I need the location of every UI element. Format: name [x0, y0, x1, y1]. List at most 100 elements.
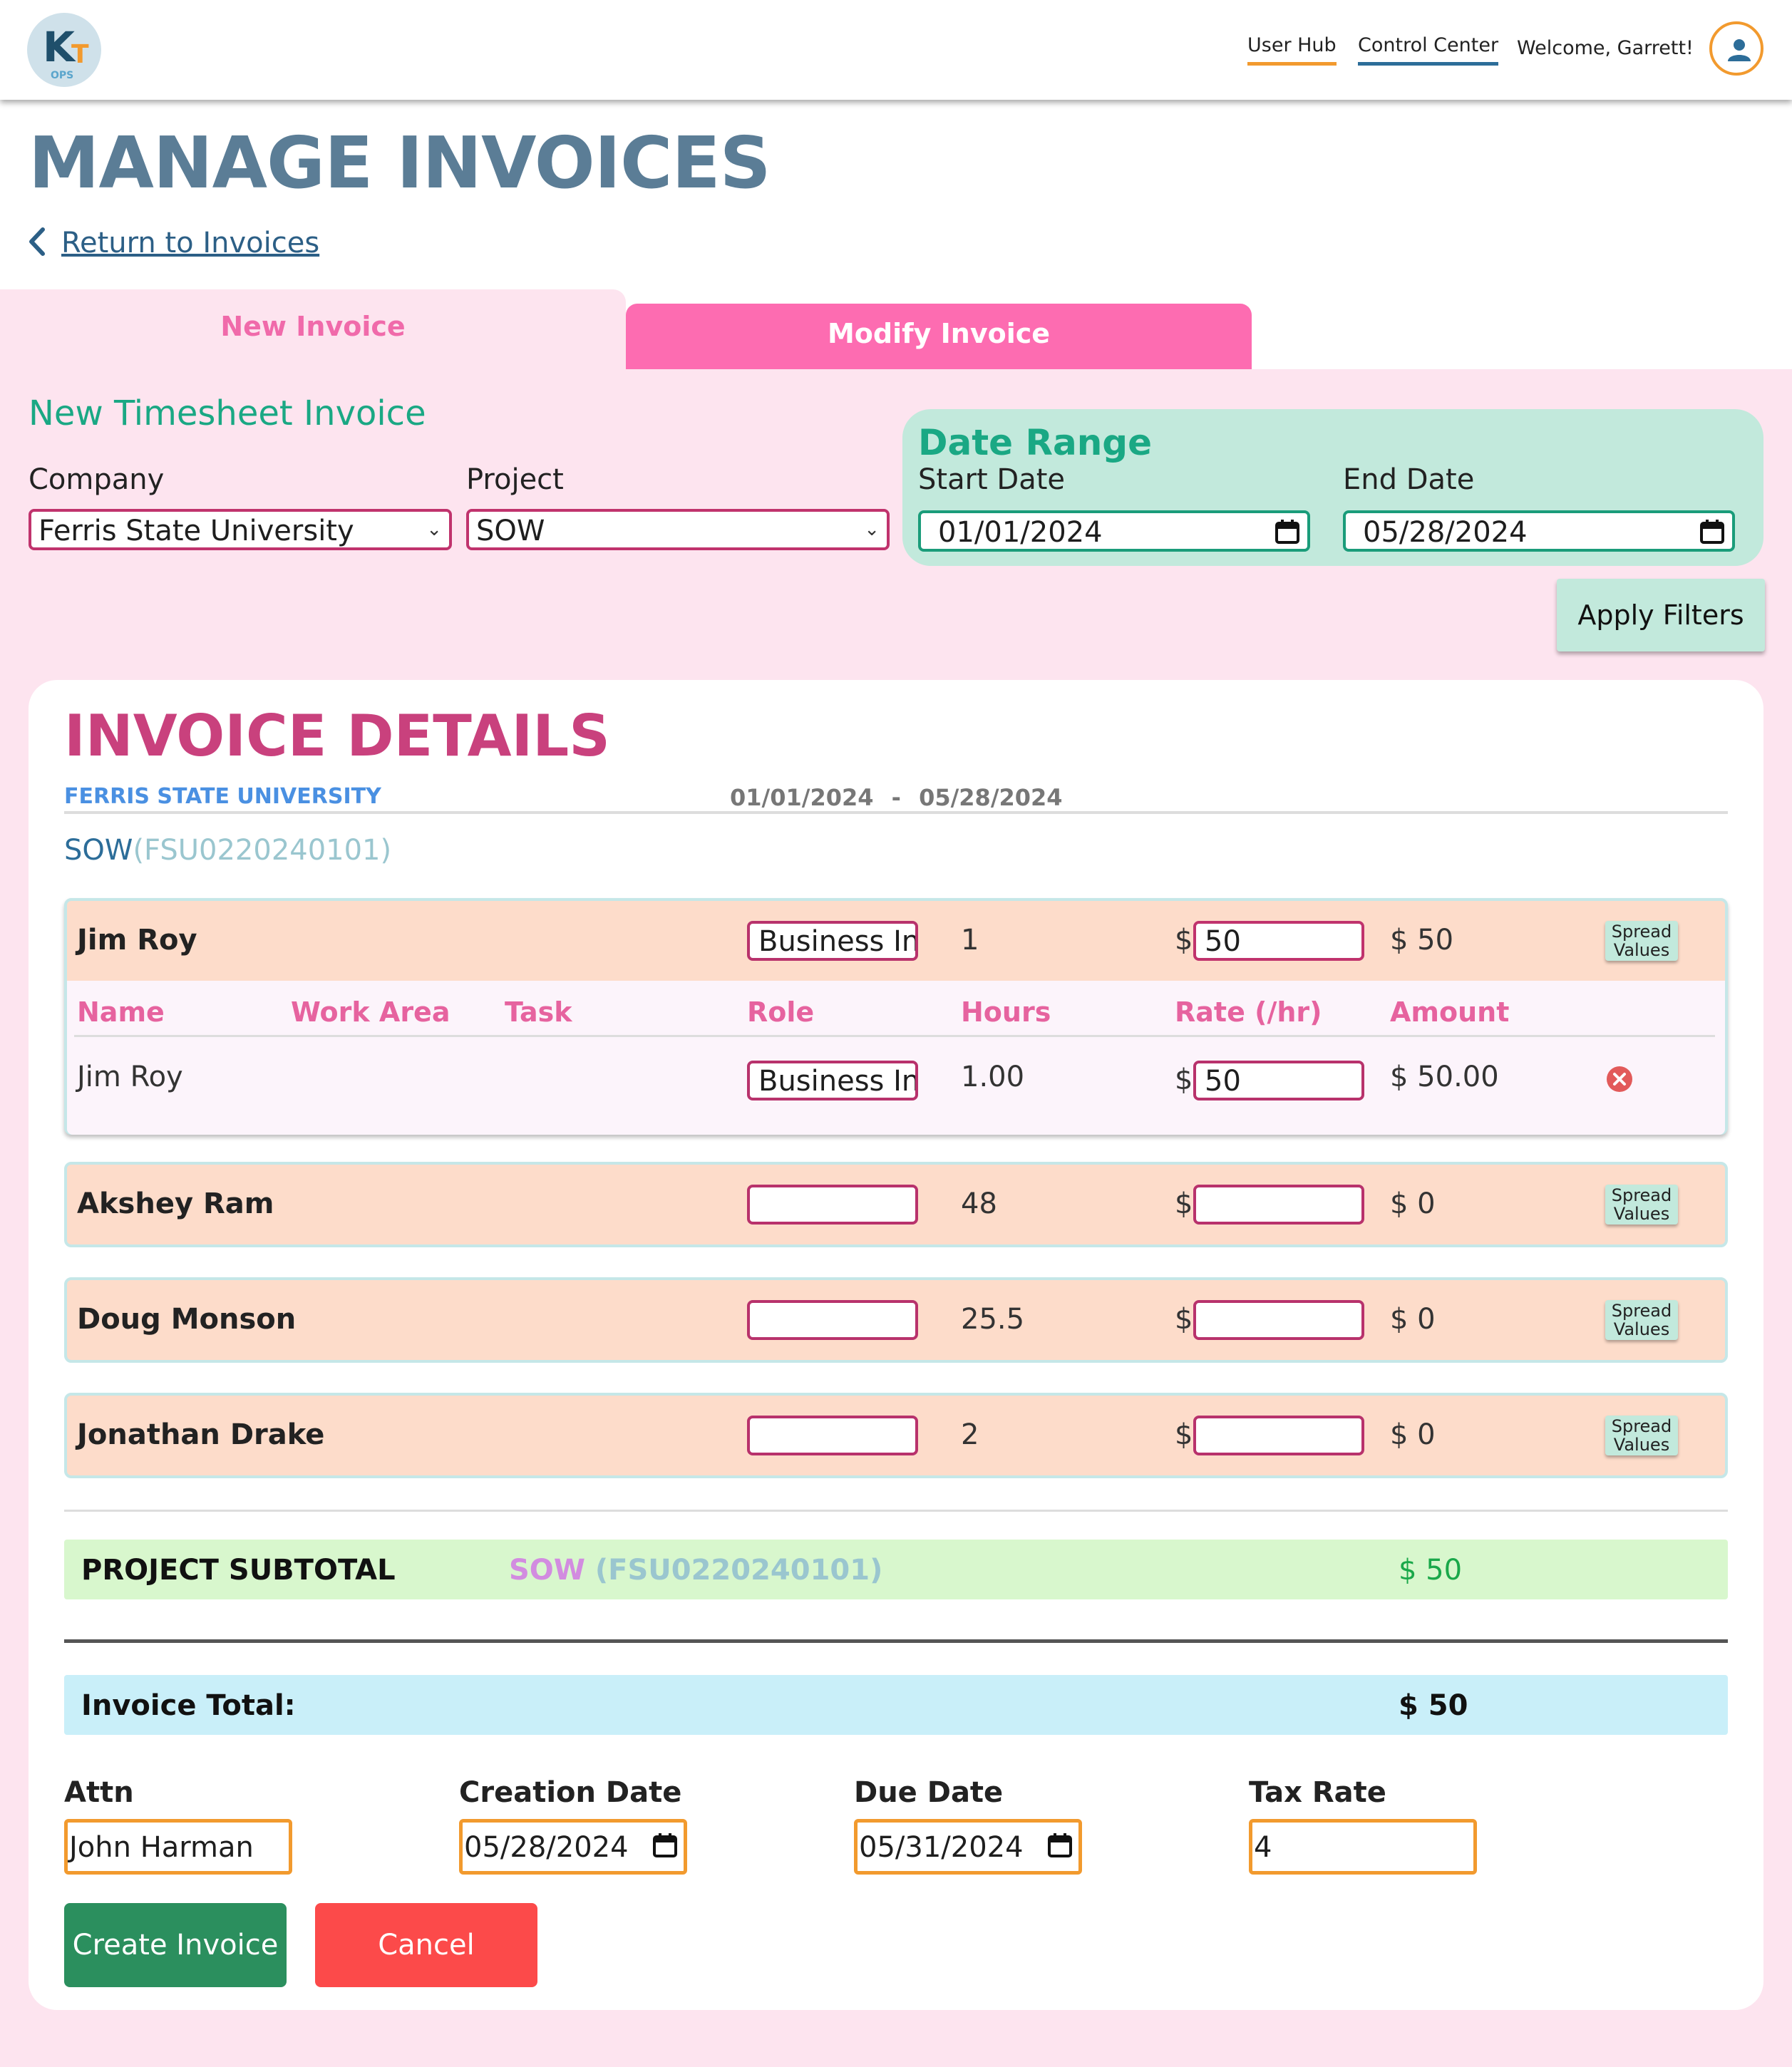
nav-user-hub-link[interactable]: User Hub — [1247, 34, 1337, 66]
due-date-value: 05/31/2024 — [859, 1831, 1024, 1864]
employee-name: Doug Monson — [77, 1303, 297, 1336]
employee-summary-row[interactable]: Jim Roy Business Int 1 $ 50 $ 50 Spread V… — [67, 901, 1725, 981]
spread-label-line-2: Values — [1613, 1204, 1670, 1224]
spread-values-button[interactable]: Spread Values — [1605, 921, 1678, 961]
user-avatar-button[interactable] — [1709, 21, 1763, 76]
invoice-company-name: FERRIS STATE UNIVERSITY — [64, 784, 381, 809]
nav-control-center-link[interactable]: Control Center — [1358, 34, 1499, 66]
project-select[interactable]: SOW ⌄ — [466, 509, 890, 550]
company-label: Company — [29, 463, 165, 496]
subtotal-project: SOW (FSU0220240101) — [509, 1554, 882, 1587]
project-select-value: SOW — [476, 515, 545, 547]
divider — [64, 811, 1728, 814]
end-date-input[interactable]: 05/28/2024 — [1343, 510, 1735, 552]
tax-rate-input[interactable]: 4 — [1249, 1819, 1477, 1875]
attn-label: Attn — [64, 1776, 134, 1809]
entry-role-input[interactable]: Business Int — [747, 1061, 918, 1100]
invoice-details-title: INVOICE DETAILS — [64, 703, 610, 769]
date-range-title: Date Range — [918, 422, 1153, 463]
range-separator: - — [891, 784, 901, 811]
range-end: 05/28/2024 — [919, 784, 1063, 811]
chevron-down-icon: ⌄ — [426, 519, 442, 540]
company-select-value: Ferris State University — [38, 515, 354, 547]
cancel-button[interactable]: Cancel — [315, 1903, 537, 1987]
attn-input[interactable]: John Harman — [64, 1819, 292, 1875]
spread-values-button[interactable]: Spread Values — [1605, 1185, 1678, 1225]
top-navbar: K T OPS User Hub Control Center Welcome,… — [0, 0, 1792, 100]
start-date-input[interactable]: 01/01/2024 — [918, 510, 1310, 552]
delete-entry-icon[interactable] — [1605, 1065, 1634, 1093]
calendar-icon[interactable] — [1699, 519, 1725, 545]
invoice-total-row: Invoice Total: $ 50 — [64, 1675, 1728, 1735]
calendar-icon[interactable] — [1047, 1833, 1073, 1858]
spread-label-line-2: Values — [1613, 1435, 1670, 1455]
role-input[interactable] — [747, 1185, 918, 1225]
currency-symbol: $ — [1175, 1187, 1193, 1220]
employee-group[interactable]: Jim Roy Business Int 1 $ 50 $ 50 Spread V… — [64, 898, 1728, 1135]
tab-modify-invoice[interactable]: Modify Invoice — [626, 304, 1252, 369]
column-header-rate: Rate (/hr) — [1175, 996, 1322, 1028]
currency-symbol: $ — [1175, 924, 1193, 957]
rate-input[interactable] — [1193, 1416, 1364, 1455]
creation-date-input[interactable]: 05/28/2024 — [459, 1819, 687, 1875]
divider — [64, 1510, 1728, 1512]
range-start: 01/01/2024 — [730, 784, 874, 811]
employee-name: Akshey Ram — [77, 1187, 274, 1220]
divider — [74, 1035, 1715, 1037]
currency-symbol: $ — [1175, 1303, 1193, 1336]
entry-hours: 1.00 — [961, 1061, 1025, 1093]
return-link-label: Return to Invoices — [61, 227, 320, 259]
logo-letter: K — [43, 23, 75, 71]
tab-new-invoice[interactable]: New Invoice — [0, 289, 626, 369]
employee-group[interactable]: Doug Monson 25.5 $ $ 0 Spread Values — [64, 1277, 1728, 1363]
role-input[interactable]: Business Int — [747, 921, 918, 961]
amount-value: $ 50 — [1390, 924, 1454, 957]
project-heading: SOW(FSU0220240101) — [64, 834, 391, 867]
subtotal-project-code: (FSU0220240101) — [594, 1554, 883, 1587]
spread-values-button[interactable]: Spread Values — [1605, 1300, 1678, 1340]
create-invoice-button[interactable]: Create Invoice — [64, 1903, 287, 1987]
hours-value: 2 — [961, 1418, 979, 1451]
role-input[interactable] — [747, 1300, 918, 1340]
employee-name: Jonathan Drake — [77, 1418, 325, 1451]
calendar-icon[interactable] — [1275, 519, 1300, 545]
role-input[interactable] — [747, 1416, 918, 1455]
rate-input[interactable] — [1193, 1185, 1364, 1225]
hours-value: 1 — [961, 924, 979, 957]
timesheet-entries: Name Work Area Task Role Hours Rate (/hr… — [67, 981, 1725, 1135]
apply-filters-button[interactable]: Apply Filters — [1557, 579, 1765, 651]
tab-new-invoice-label: New Invoice — [220, 311, 406, 342]
currency-symbol: $ — [1175, 1063, 1193, 1096]
company-select[interactable]: Ferris State University ⌄ — [29, 509, 452, 550]
tab-modify-invoice-label: Modify Invoice — [827, 318, 1051, 349]
amount-value: $ 0 — [1390, 1303, 1436, 1336]
calendar-icon[interactable] — [652, 1833, 678, 1858]
rate-input[interactable]: 50 — [1193, 921, 1364, 961]
hours-value: 25.5 — [961, 1303, 1025, 1336]
chevron-left-icon — [29, 227, 45, 256]
total-value: $ 50 — [1399, 1689, 1468, 1722]
end-date-value: 05/28/2024 — [1363, 516, 1528, 549]
project-code: (FSU0220240101) — [133, 834, 392, 867]
rate-input[interactable] — [1193, 1300, 1364, 1340]
entry-rate-input[interactable]: 50 — [1193, 1061, 1364, 1100]
divider — [64, 1639, 1728, 1643]
page-title: MANAGE INVOICES — [29, 121, 771, 205]
project-subtotal-row: PROJECT SUBTOTAL SOW (FSU0220240101) $ 5… — [64, 1540, 1728, 1599]
subtotal-label: PROJECT SUBTOTAL — [81, 1554, 396, 1587]
spread-label-line-1: Spread — [1611, 1301, 1672, 1321]
return-to-invoices-link[interactable]: Return to Invoices — [27, 227, 319, 259]
employee-group[interactable]: Jonathan Drake 2 $ $ 0 Spread Values — [64, 1393, 1728, 1478]
company-logo[interactable]: K T OPS — [27, 13, 101, 87]
subtotal-value: $ 50 — [1399, 1554, 1463, 1587]
chevron-down-icon: ⌄ — [864, 519, 880, 540]
date-range-panel: Date Range Start Date 01/01/2024 End Dat… — [902, 409, 1763, 566]
employee-group[interactable]: Akshey Ram 48 $ $ 0 Spread Values — [64, 1162, 1728, 1247]
creation-date-value: 05/28/2024 — [464, 1831, 629, 1864]
due-date-input[interactable]: 05/31/2024 — [854, 1819, 1082, 1875]
column-header-task: Task — [505, 996, 572, 1028]
spread-values-button[interactable]: Spread Values — [1605, 1416, 1678, 1455]
project-label: Project — [466, 463, 564, 496]
entry-amount: $ 50.00 — [1390, 1061, 1499, 1093]
end-date-label: End Date — [1343, 463, 1475, 496]
